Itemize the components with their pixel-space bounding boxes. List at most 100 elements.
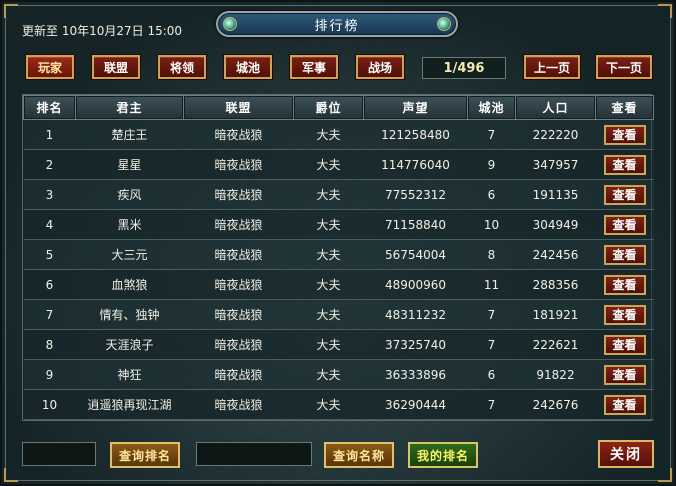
table-body: 1 楚庄王 暗夜战狼 大夫 121258480 7 222220 查看 2 星星 暗夜战狼 大夫 114…	[23, 119, 654, 420]
tab-alliances[interactable]: 联盟	[92, 55, 140, 79]
title-cell: 大夫	[293, 299, 364, 330]
title-cell: 大夫	[293, 179, 364, 210]
title-cell: 大夫	[293, 359, 364, 390]
column-header: 查看	[595, 95, 654, 120]
view-cell: 查看	[595, 149, 654, 180]
population-cell: 222621	[515, 329, 596, 360]
prestige-cell: 37325740	[363, 329, 468, 360]
ranking-window: 更新至 10年10月27日 15:00 排行榜 玩家 联盟 将领 城池 军事 战…	[0, 0, 676, 486]
lord-cell: 情有、独钟	[75, 299, 184, 330]
prestige-cell: 77552312	[363, 179, 468, 210]
lord-cell: 大三元	[75, 239, 184, 270]
column-header: 君主	[75, 95, 184, 120]
next-page-button[interactable]: 下一页	[596, 55, 652, 79]
population-cell: 304949	[515, 209, 596, 240]
title-cell: 大夫	[293, 269, 364, 300]
table-row: 4 黑米 暗夜战狼 大夫 71158840 10 304949 查看	[23, 209, 654, 240]
query-rank-button[interactable]: 查询排名	[110, 442, 180, 468]
title-cell: 大夫	[293, 119, 364, 150]
prestige-cell: 56754004	[363, 239, 468, 270]
table-row: 1 楚庄王 暗夜战狼 大夫 121258480 7 222220 查看	[23, 119, 654, 150]
view-button[interactable]: 查看	[603, 154, 646, 175]
column-header: 爵位	[293, 95, 364, 120]
title-plate: 排行榜	[216, 11, 458, 37]
tab-battlefield[interactable]: 战场	[356, 55, 404, 79]
table-row: 10 逍遥狼再现江湖 暗夜战狼 大夫 36290444 7 242676 查看	[23, 389, 654, 420]
alliance-cell: 暗夜战狼	[183, 119, 294, 150]
prestige-cell: 121258480	[363, 119, 468, 150]
title-cell: 大夫	[293, 149, 364, 180]
close-button[interactable]: 关闭	[598, 440, 654, 468]
cities-cell: 7	[467, 299, 516, 330]
prestige-cell: 48900960	[363, 269, 468, 300]
cities-cell: 7	[467, 119, 516, 150]
corner-ornament	[658, 468, 672, 482]
view-button[interactable]: 查看	[603, 334, 646, 355]
lord-cell: 神狂	[75, 359, 184, 390]
ranking-table: 排名 君主 联盟 爵位 声望 城池 人口 查看 1 楚庄王 暗夜战狼 大夫 121258…	[22, 94, 654, 421]
lord-cell: 楚庄王	[75, 119, 184, 150]
rank-search-input[interactable]	[22, 442, 96, 466]
title-cell: 大夫	[293, 389, 364, 420]
table-row: 5 大三元 暗夜战狼 大夫 56754004 8 242456 查看	[23, 239, 654, 270]
prev-page-button[interactable]: 上一页	[524, 55, 580, 79]
view-cell: 查看	[595, 179, 654, 210]
population-cell: 242456	[515, 239, 596, 270]
column-header: 声望	[363, 95, 468, 120]
lord-cell: 黑米	[75, 209, 184, 240]
rank-cell: 5	[23, 239, 76, 270]
column-header: 人口	[515, 95, 596, 120]
prestige-cell: 48311232	[363, 299, 468, 330]
population-cell: 347957	[515, 149, 596, 180]
rank-cell: 10	[23, 389, 76, 420]
view-button[interactable]: 查看	[603, 304, 646, 325]
jade-gem-icon	[223, 17, 237, 31]
population-cell: 191135	[515, 179, 596, 210]
lord-cell: 血煞狼	[75, 269, 184, 300]
name-search-input[interactable]	[196, 442, 312, 466]
rank-cell: 8	[23, 329, 76, 360]
view-button[interactable]: 查看	[603, 184, 646, 205]
lord-cell: 天涯浪子	[75, 329, 184, 360]
cities-cell: 11	[467, 269, 516, 300]
view-cell: 查看	[595, 329, 654, 360]
table-row: 3 疾风 暗夜战狼 大夫 77552312 6 191135 查看	[23, 179, 654, 210]
alliance-cell: 暗夜战狼	[183, 209, 294, 240]
update-timestamp: 更新至 10年10月27日 15:00	[22, 24, 183, 38]
alliance-cell: 暗夜战狼	[183, 179, 294, 210]
view-button[interactable]: 查看	[603, 394, 646, 415]
column-header: 城池	[467, 95, 516, 120]
lord-cell: 逍遥狼再现江湖	[75, 389, 184, 420]
view-cell: 查看	[595, 239, 654, 270]
lord-cell: 疾风	[75, 179, 184, 210]
tab-generals[interactable]: 将领	[158, 55, 206, 79]
title-cell: 大夫	[293, 329, 364, 360]
view-cell: 查看	[595, 359, 654, 390]
view-button[interactable]: 查看	[603, 244, 646, 265]
view-button[interactable]: 查看	[603, 274, 646, 295]
prestige-cell: 71158840	[363, 209, 468, 240]
page-title: 排行榜	[314, 18, 360, 34]
alliance-cell: 暗夜战狼	[183, 359, 294, 390]
corner-ornament	[4, 4, 18, 18]
rank-cell: 1	[23, 119, 76, 150]
tab-cities[interactable]: 城池	[224, 55, 272, 79]
my-rank-button[interactable]: 我的排名	[408, 442, 478, 468]
view-button[interactable]: 查看	[603, 214, 646, 235]
table-row: 8 天涯浪子 暗夜战狼 大夫 37325740 7 222621 查看	[23, 329, 654, 360]
tab-military[interactable]: 军事	[290, 55, 338, 79]
view-button[interactable]: 查看	[603, 364, 646, 385]
view-cell: 查看	[595, 389, 654, 420]
alliance-cell: 暗夜战狼	[183, 149, 294, 180]
column-header: 排名	[23, 95, 76, 120]
rank-cell: 3	[23, 179, 76, 210]
table-row: 2 星星 暗夜战狼 大夫 114776040 9 347957 查看	[23, 149, 654, 180]
cities-cell: 7	[467, 389, 516, 420]
tab-players[interactable]: 玩家	[26, 55, 74, 79]
prestige-cell: 36333896	[363, 359, 468, 390]
query-name-button[interactable]: 查询名称	[324, 442, 394, 468]
population-cell: 91822	[515, 359, 596, 390]
view-button[interactable]: 查看	[603, 124, 646, 145]
table-row: 9 神狂 暗夜战狼 大夫 36333896 6 91822 查看	[23, 359, 654, 390]
population-cell: 242676	[515, 389, 596, 420]
